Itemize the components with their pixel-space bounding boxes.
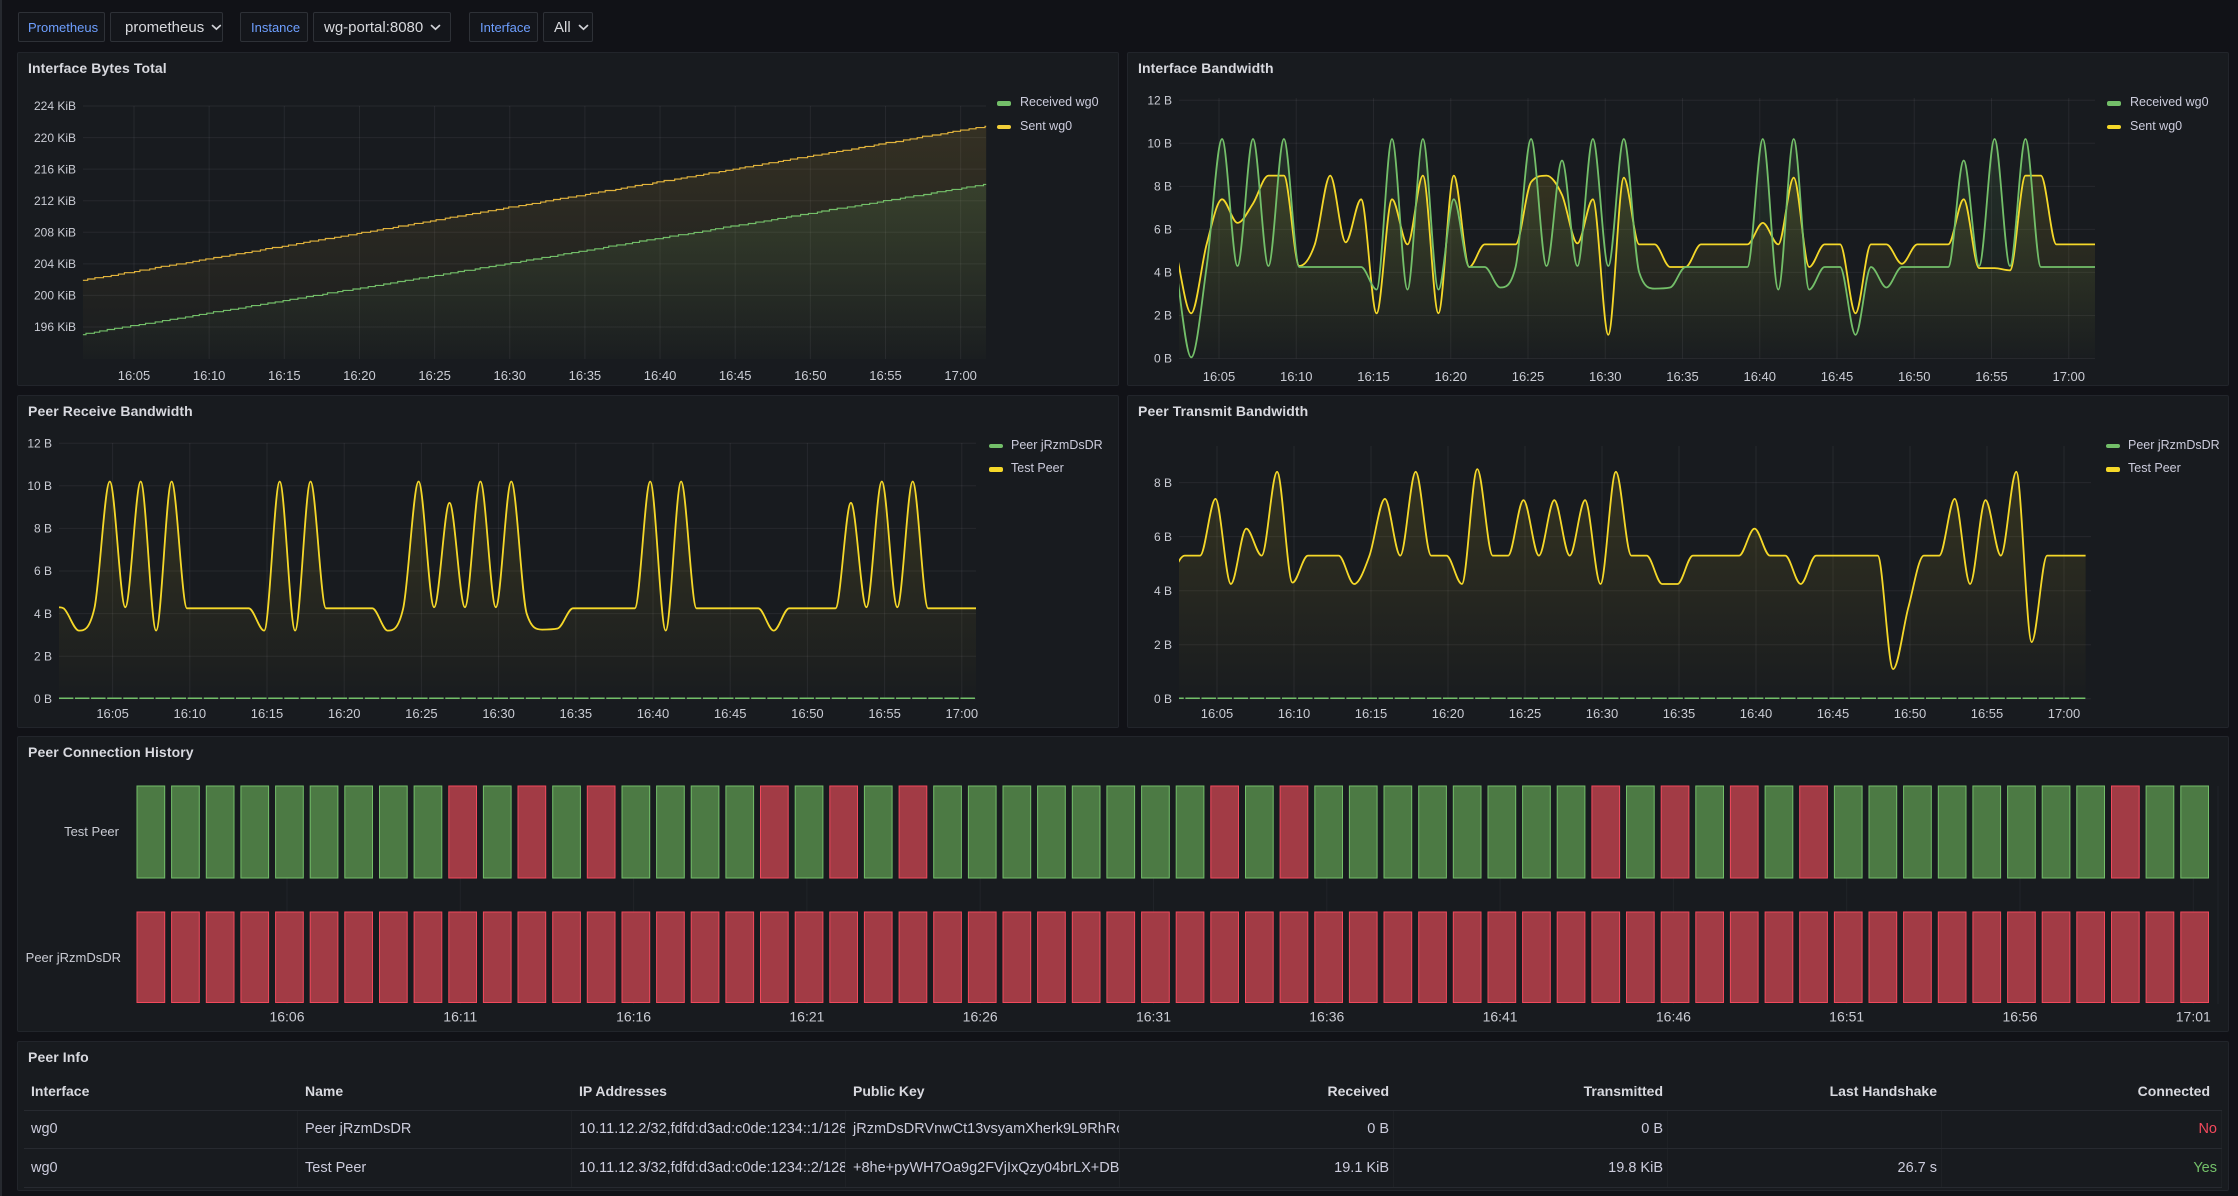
svg-text:16:50: 16:50 [791, 706, 824, 721]
svg-text:16:20: 16:20 [1434, 369, 1467, 384]
svg-text:17:00: 17:00 [944, 368, 977, 383]
svg-text:16:36: 16:36 [1309, 1009, 1344, 1025]
svg-text:12 B: 12 B [27, 436, 52, 450]
svg-text:16:30: 16:30 [1589, 369, 1622, 384]
svg-text:200 KiB: 200 KiB [34, 289, 76, 303]
svg-text:16:30: 16:30 [482, 706, 515, 721]
svg-text:16:55: 16:55 [869, 368, 902, 383]
svg-text:4 B: 4 B [1154, 584, 1172, 598]
svg-text:16:40: 16:40 [1743, 369, 1776, 384]
svg-text:2 B: 2 B [34, 649, 52, 663]
svg-text:16:46: 16:46 [1656, 1009, 1691, 1025]
svg-text:16:51: 16:51 [1829, 1009, 1864, 1025]
svg-text:16:35: 16:35 [1666, 369, 1699, 384]
svg-text:16:50: 16:50 [794, 368, 827, 383]
svg-text:4 B: 4 B [34, 607, 52, 621]
svg-text:16:10: 16:10 [1280, 369, 1313, 384]
svg-text:16:10: 16:10 [1278, 706, 1311, 721]
svg-text:16:21: 16:21 [789, 1009, 824, 1025]
svg-text:196 KiB: 196 KiB [34, 320, 76, 334]
svg-text:16:30: 16:30 [1586, 706, 1619, 721]
svg-text:16:15: 16:15 [268, 368, 301, 383]
svg-text:16:10: 16:10 [174, 706, 207, 721]
svg-text:16:55: 16:55 [1971, 706, 2004, 721]
svg-text:16:35: 16:35 [1663, 706, 1696, 721]
svg-text:16:55: 16:55 [868, 706, 901, 721]
svg-text:212 KiB: 212 KiB [34, 194, 76, 208]
svg-text:16:15: 16:15 [1355, 706, 1388, 721]
svg-text:16:31: 16:31 [1136, 1009, 1171, 1025]
svg-text:16:05: 16:05 [118, 368, 151, 383]
svg-text:220 KiB: 220 KiB [34, 131, 76, 145]
svg-text:204 KiB: 204 KiB [34, 257, 76, 271]
svg-text:16:40: 16:40 [644, 368, 677, 383]
svg-text:16:20: 16:20 [343, 368, 376, 383]
svg-text:2 B: 2 B [1154, 309, 1172, 323]
svg-text:2 B: 2 B [1154, 638, 1172, 652]
svg-text:216 KiB: 216 KiB [34, 162, 76, 176]
svg-text:8 B: 8 B [1154, 476, 1172, 490]
svg-text:0 B: 0 B [1154, 352, 1172, 366]
svg-text:16:35: 16:35 [560, 706, 593, 721]
svg-text:12 B: 12 B [1147, 93, 1172, 107]
svg-text:16:40: 16:40 [1740, 706, 1773, 721]
svg-text:16:35: 16:35 [569, 368, 602, 383]
svg-text:16:06: 16:06 [269, 1009, 304, 1025]
svg-text:16:25: 16:25 [1512, 369, 1545, 384]
svg-text:16:10: 16:10 [193, 368, 226, 383]
svg-text:6 B: 6 B [1154, 530, 1172, 544]
svg-text:10 B: 10 B [27, 479, 52, 493]
svg-text:17:01: 17:01 [2176, 1009, 2211, 1025]
svg-text:6 B: 6 B [1154, 223, 1172, 237]
svg-text:16:05: 16:05 [96, 706, 129, 721]
svg-text:16:05: 16:05 [1203, 369, 1236, 384]
svg-text:16:45: 16:45 [1821, 369, 1854, 384]
svg-text:10 B: 10 B [1147, 137, 1172, 151]
svg-text:0 B: 0 B [34, 692, 52, 706]
svg-text:16:15: 16:15 [1357, 369, 1390, 384]
svg-text:224 KiB: 224 KiB [34, 99, 76, 113]
svg-text:16:20: 16:20 [328, 706, 361, 721]
svg-text:16:25: 16:25 [1509, 706, 1542, 721]
svg-text:8 B: 8 B [1154, 180, 1172, 194]
svg-text:16:25: 16:25 [405, 706, 438, 721]
svg-text:8 B: 8 B [34, 522, 52, 536]
svg-text:16:20: 16:20 [1432, 706, 1465, 721]
svg-text:16:15: 16:15 [251, 706, 284, 721]
svg-text:17:00: 17:00 [2052, 369, 2085, 384]
svg-text:Peer jRzmDsDR: Peer jRzmDsDR [26, 950, 121, 965]
svg-text:16:50: 16:50 [1898, 369, 1931, 384]
svg-text:4 B: 4 B [1154, 266, 1172, 280]
svg-text:17:00: 17:00 [2048, 706, 2081, 721]
svg-text:16:05: 16:05 [1201, 706, 1234, 721]
svg-text:16:40: 16:40 [637, 706, 670, 721]
svg-text:Test Peer: Test Peer [64, 824, 120, 839]
svg-text:16:26: 16:26 [963, 1009, 998, 1025]
svg-text:16:45: 16:45 [719, 368, 752, 383]
svg-text:16:30: 16:30 [493, 368, 526, 383]
svg-text:17:00: 17:00 [946, 706, 979, 721]
svg-text:208 KiB: 208 KiB [34, 225, 76, 239]
svg-text:16:56: 16:56 [2002, 1009, 2037, 1025]
svg-text:6 B: 6 B [34, 564, 52, 578]
svg-text:16:16: 16:16 [616, 1009, 651, 1025]
svg-text:16:45: 16:45 [714, 706, 747, 721]
svg-text:16:50: 16:50 [1894, 706, 1927, 721]
svg-text:0 B: 0 B [1154, 692, 1172, 706]
svg-text:16:55: 16:55 [1975, 369, 2008, 384]
svg-text:16:11: 16:11 [443, 1009, 477, 1025]
svg-text:16:45: 16:45 [1817, 706, 1850, 721]
svg-text:16:41: 16:41 [1483, 1009, 1518, 1025]
svg-text:16:25: 16:25 [418, 368, 451, 383]
